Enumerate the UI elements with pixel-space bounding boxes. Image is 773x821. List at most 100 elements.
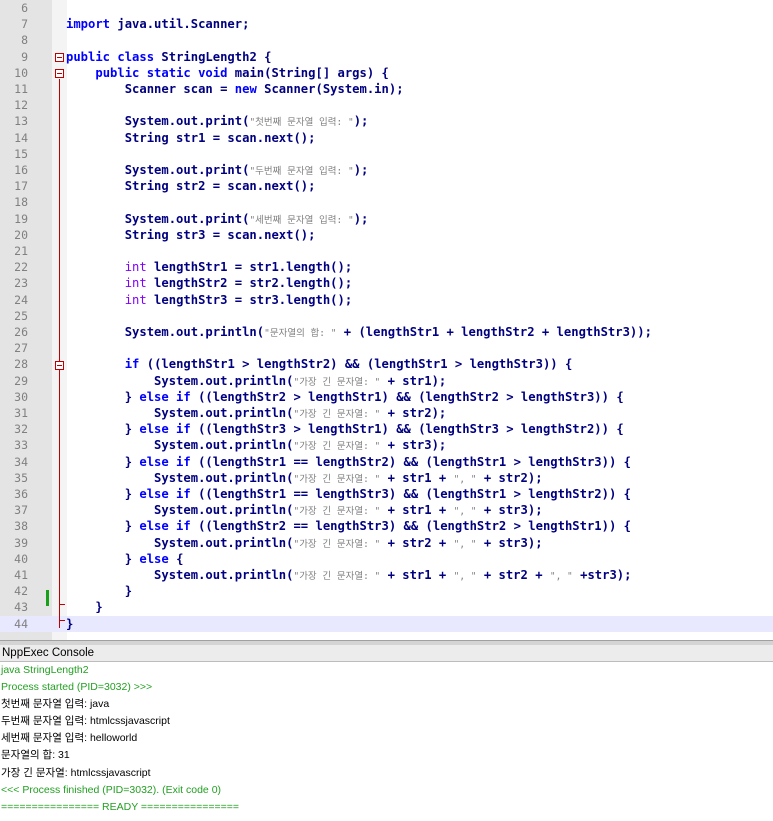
type-token: int: [124, 260, 147, 275]
code-line[interactable]: 35 System.out.println("가장 긴 문자열: " + str…: [0, 470, 773, 486]
string-token: ", ": [453, 506, 477, 518]
console-line: java StringLength2: [1, 664, 89, 676]
code-line[interactable]: 7 import java.util.Scanner;: [0, 16, 773, 32]
code-token: String str3 = scan.next();: [66, 227, 316, 242]
code-token: +str3);: [572, 568, 632, 582]
keyword-token: import: [66, 17, 111, 32]
code-line[interactable]: 21: [0, 243, 773, 259]
code-line[interactable]: 11 Scanner scan = new Scanner(System.in)…: [0, 81, 773, 97]
line-code: String str1 = scan.next();: [66, 130, 316, 146]
code-line[interactable]: 12: [0, 97, 773, 113]
fold-class-minus-icon[interactable]: [55, 53, 64, 62]
code-token: System.out.print(: [66, 163, 250, 177]
code-token: + str3);: [380, 438, 447, 453]
string-token: "가장 긴 문자열: ": [293, 473, 381, 485]
code-line[interactable]: 41 System.out.println("가장 긴 문자열: " + str…: [0, 567, 773, 583]
code-line[interactable]: 17 String str2 = scan.next();: [0, 178, 773, 194]
code-token: System.out.print(: [66, 114, 250, 129]
code-line[interactable]: 43 }: [0, 599, 773, 615]
code-line[interactable]: 19 System.out.print("세번째 문자열 입력: ");: [0, 211, 773, 227]
code-token: ((lengthStr3 > lengthStr1) && (lengthStr…: [190, 422, 624, 437]
line-code: } else if ((lengthStr3 > lengthStr1) && …: [66, 421, 624, 437]
code-line[interactable]: 34 } else if ((lengthStr1 == lengthStr2)…: [0, 454, 773, 470]
keyword-token: new: [234, 82, 257, 96]
code-token: System.out.println(: [66, 406, 294, 420]
keyword-token: if: [124, 357, 140, 372]
line-code: import java.util.Scanner;: [66, 16, 249, 32]
line-code: Scanner scan = new Scanner(System.in);: [66, 81, 404, 97]
code-line[interactable]: 20 String str3 = scan.next();: [0, 227, 773, 243]
string-token: "세번째 문자열 입력: ": [249, 214, 354, 226]
code-line[interactable]: 37 System.out.println("가장 긴 문자열: " + str…: [0, 502, 773, 518]
code-token: + str2 +: [380, 535, 454, 550]
code-token: );: [353, 163, 369, 177]
line-number: 9: [21, 49, 28, 64]
code-line[interactable]: 42 }: [0, 583, 773, 599]
code-line[interactable]: 8: [0, 32, 773, 48]
code-line[interactable]: 30 } else if ((lengthStr2 > lengthStr1) …: [0, 389, 773, 405]
code-line[interactable]: 18: [0, 194, 773, 210]
line-code: int lengthStr2 = str2.length();: [66, 275, 352, 291]
code-token: String str2 = scan.next();: [66, 179, 316, 194]
fold-if-minus-icon[interactable]: [55, 361, 64, 370]
code-line[interactable]: 40 } else {: [0, 551, 773, 567]
keyword-token: else if: [139, 389, 191, 404]
code-line[interactable]: 6: [0, 0, 773, 16]
code-token: + str3);: [476, 503, 543, 518]
line-code: public class StringLength2 {: [66, 49, 271, 65]
code-token: System.out.println(: [66, 373, 294, 388]
code-line[interactable]: 22 int lengthStr1 = str1.length();: [0, 259, 773, 275]
code-token: ((lengthStr2 > lengthStr1) && (lengthStr…: [190, 389, 624, 404]
code-line[interactable]: 26 System.out.println("문자열의 합: " + (leng…: [0, 324, 773, 340]
code-line[interactable]: 16 System.out.print("두번째 문자열 입력: ");: [0, 162, 773, 178]
line-number: 7: [21, 17, 28, 32]
code-line[interactable]: 14 String str1 = scan.next();: [0, 130, 773, 146]
line-code: String str2 = scan.next();: [66, 178, 316, 194]
code-token: }: [66, 422, 140, 437]
code-token: System.out.println(: [66, 438, 294, 453]
code-token: + str3);: [476, 535, 543, 550]
string-token: "가장 긴 문자열: ": [293, 506, 381, 518]
line-number: 25: [14, 308, 28, 323]
line-code: int lengthStr1 = str1.length();: [66, 259, 352, 275]
code-token: }: [66, 616, 74, 631]
code-line[interactable]: 31 System.out.println("가장 긴 문자열: " + str…: [0, 405, 773, 421]
line-number: 23: [14, 276, 28, 291]
code-line[interactable]: 32 } else if ((lengthStr3 > lengthStr1) …: [0, 421, 773, 437]
console-line: Process started (PID=3032) >>>: [1, 681, 153, 694]
code-line[interactable]: 28 if ((lengthStr1 > lengthStr2) && (len…: [0, 356, 773, 372]
code-line[interactable]: 23 int lengthStr2 = str2.length();: [0, 275, 773, 291]
nppexec-console[interactable]: NppExec Console java StringLength2 Proces…: [0, 645, 773, 821]
code-line[interactable]: 13 System.out.print("첫번째 문자열 입력: ");: [0, 113, 773, 129]
code-token: + (lengthStr1 + lengthStr2 + lengthStr3)…: [336, 325, 652, 339]
line-number: 38: [14, 519, 28, 534]
code-line[interactable]: 10 public static void main(String[] args…: [0, 65, 773, 81]
code-line[interactable]: 15: [0, 146, 773, 162]
code-line[interactable]: 33 System.out.println("가장 긴 문자열: " + str…: [0, 437, 773, 453]
code-token: }: [66, 519, 140, 534]
code-token: + str1 +: [380, 568, 454, 582]
code-line[interactable]: 27: [0, 340, 773, 356]
code-line[interactable]: 25: [0, 308, 773, 324]
string-token: "가장 긴 문자열: ": [293, 571, 381, 582]
code-line[interactable]: 38 } else if ((lengthStr2 == lengthStr3)…: [0, 518, 773, 534]
code-line[interactable]: 44}: [0, 615, 773, 632]
fold-end-marker: [59, 620, 65, 621]
code-token: System.out.println(: [66, 535, 294, 550]
code-line[interactable]: 36 } else if ((lengthStr1 == lengthStr3)…: [0, 486, 773, 502]
fold-method-minus-icon[interactable]: [55, 69, 64, 78]
code-token: }: [66, 487, 140, 501]
code-line[interactable]: 29 System.out.println("가장 긴 문자열: " + str…: [0, 373, 773, 389]
code-token: System.out.print(: [66, 211, 250, 226]
string-token: ", ": [549, 571, 573, 582]
code-editor[interactable]: 6 7 import java.util.Scanner; 8 9 public clas…: [0, 0, 773, 640]
code-line[interactable]: 9 public class StringLength2 {: [0, 49, 773, 65]
line-code: if ((lengthStr1 > lengthStr2) && (length…: [66, 356, 573, 372]
code-line[interactable]: 39 System.out.println("가장 긴 문자열: " + str…: [0, 535, 773, 551]
keyword-token: public class: [66, 49, 155, 64]
line-code: }: [66, 599, 102, 615]
line-code: String str3 = scan.next();: [66, 227, 316, 243]
code-line[interactable]: 24 int lengthStr3 = str3.length();: [0, 292, 773, 308]
